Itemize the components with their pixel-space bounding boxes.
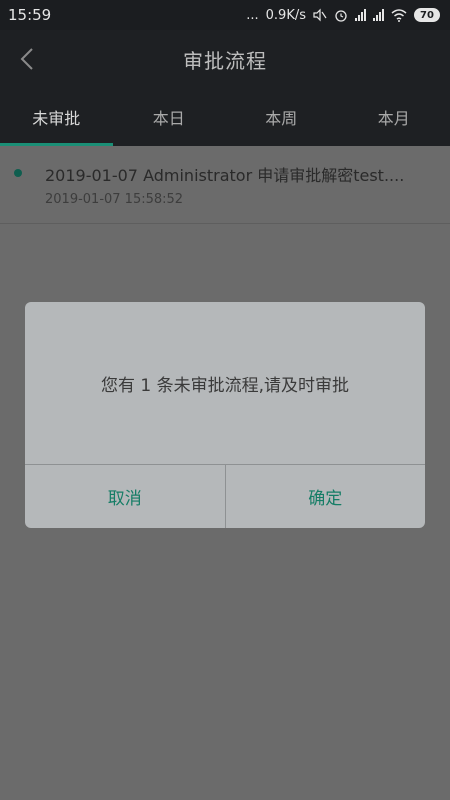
dialog-message: 您有 1 条未审批流程,请及时审批: [25, 302, 425, 465]
chevron-left-icon: [20, 48, 33, 70]
tab-bar: 未审批 本日 本周 本月: [0, 88, 450, 146]
list-item-time: 2019-01-07 15:58:52: [45, 192, 184, 207]
status-bar: 15:59 ... 0.9K/s 70: [0, 0, 450, 30]
app-header: 审批流程: [0, 30, 450, 88]
page-title: 审批流程: [183, 48, 267, 73]
dialog-buttons: 取消 确定: [25, 465, 425, 528]
mute-icon: [313, 8, 327, 22]
alert-dialog: 您有 1 条未审批流程,请及时审批 取消 确定: [25, 302, 425, 528]
tab-this-week[interactable]: 本周: [225, 88, 338, 146]
list-item-title: 2019-01-07 Administrator 申请审批解密test....: [45, 166, 405, 185]
tab-label: 本周: [265, 109, 298, 128]
status-icons: ... 0.9K/s 70: [246, 8, 440, 23]
tab-label: 本月: [377, 109, 410, 128]
tab-pending[interactable]: 未审批: [0, 88, 113, 146]
tab-label: 未审批: [32, 109, 81, 128]
signal-icon: [355, 9, 366, 21]
list-item[interactable]: 2019-01-07 Administrator 申请审批解密test.... …: [0, 146, 450, 224]
more-dots: ...: [246, 7, 259, 23]
signal-icon: [373, 9, 384, 21]
back-button[interactable]: [10, 42, 44, 76]
tab-today[interactable]: 本日: [113, 88, 226, 146]
alarm-icon: [335, 10, 347, 22]
wifi-icon: [391, 8, 407, 22]
tab-this-month[interactable]: 本月: [338, 88, 450, 146]
cancel-button[interactable]: 取消: [25, 465, 225, 528]
unread-dot-icon: [14, 169, 22, 177]
status-time: 15:59: [8, 6, 52, 24]
tab-label: 本日: [152, 109, 185, 128]
confirm-button[interactable]: 确定: [224, 465, 426, 528]
network-speed: 0.9K/s: [265, 7, 306, 23]
battery-icon: 70: [414, 8, 440, 22]
